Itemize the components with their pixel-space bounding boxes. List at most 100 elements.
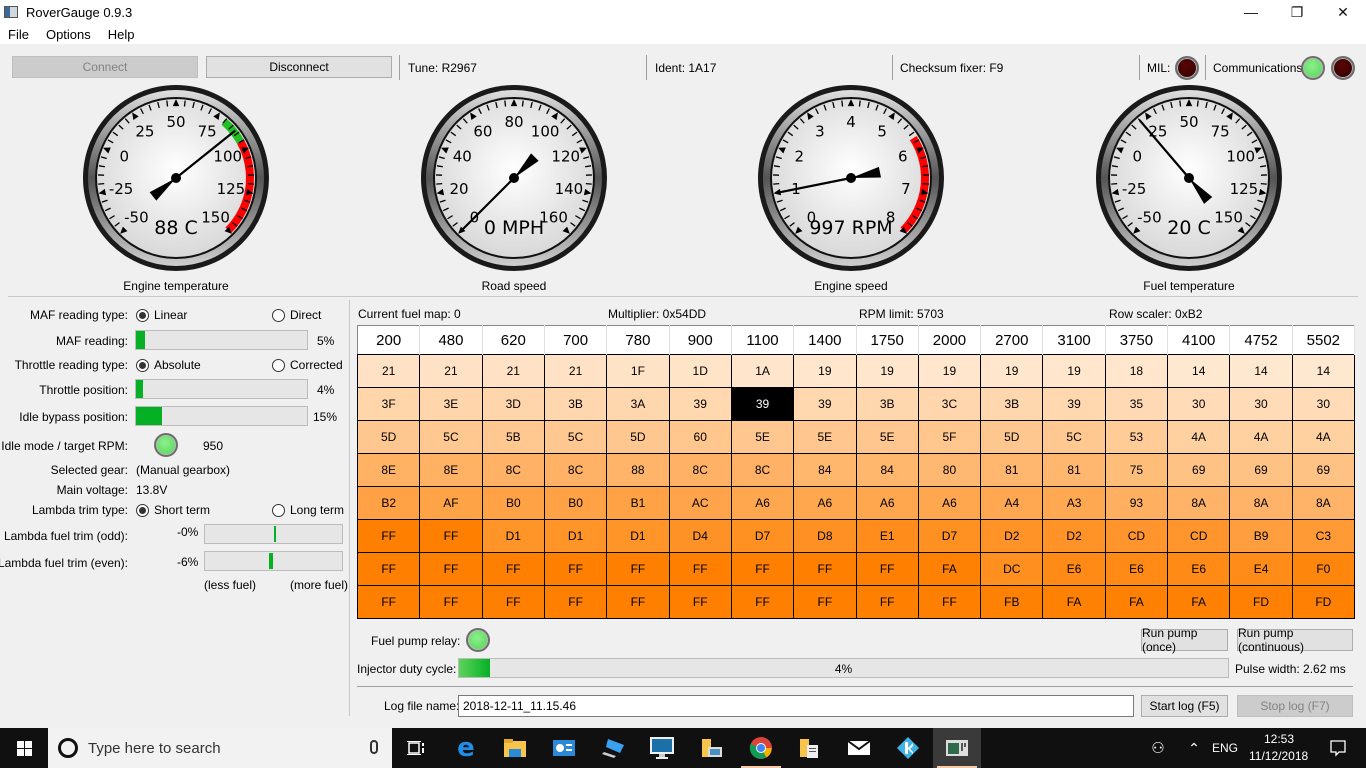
fuel-map-cell[interactable]: 19 — [855, 354, 919, 388]
fuel-map-cell[interactable]: FF — [917, 585, 982, 619]
fuel-map-cell[interactable]: 39 — [1042, 387, 1106, 421]
edge-icon[interactable]: e — [442, 728, 490, 768]
fuel-map-cell[interactable]: 4A — [1291, 420, 1356, 454]
start-button[interactable] — [0, 728, 48, 768]
fuel-map-cell[interactable]: FF — [793, 585, 857, 619]
fuel-map-cell[interactable]: 75 — [1104, 453, 1169, 487]
lambda-long-term-radio[interactable]: Long term — [272, 503, 344, 517]
fuel-map-cell[interactable]: CD — [1104, 519, 1169, 553]
throttle-corrected-radio[interactable]: Corrected — [272, 358, 343, 372]
disconnect-button[interactable]: Disconnect — [206, 56, 392, 78]
fuel-map-cell[interactable]: 5F — [917, 420, 982, 454]
fuel-map-cell[interactable]: E1 — [855, 519, 919, 553]
fuel-map-cell[interactable]: E4 — [1229, 552, 1293, 586]
lenovo-monitor-icon[interactable] — [638, 728, 686, 768]
stop-log-button[interactable]: Stop log (F7) — [1237, 695, 1353, 717]
fuel-map-cell[interactable]: 4A — [1229, 420, 1293, 454]
fuel-map-cell[interactable]: 3A — [606, 387, 670, 421]
fuel-map-cell[interactable]: AF — [419, 486, 483, 520]
fuel-map-cell[interactable]: 8C — [481, 453, 545, 487]
fuel-map-cell[interactable]: E6 — [1104, 552, 1169, 586]
fuel-map-cell[interactable]: 21 — [356, 354, 421, 388]
fuel-map-cell[interactable]: D2 — [980, 519, 1044, 553]
action-center-icon[interactable] — [1318, 728, 1358, 768]
fuel-map-cell[interactable]: DC — [980, 552, 1044, 586]
fuel-map-cell[interactable]: B1 — [606, 486, 670, 520]
fuel-map-cell[interactable]: 84 — [855, 453, 919, 487]
fuel-map-cell[interactable]: 18 — [1104, 354, 1169, 388]
fuel-map-cell[interactable]: D8 — [793, 519, 857, 553]
microphone-icon[interactable] — [370, 740, 378, 754]
fuel-map-cell[interactable]: 14 — [1291, 354, 1356, 388]
fuel-map-cell[interactable]: A6 — [855, 486, 919, 520]
fuel-map-cell[interactable]: 5C — [543, 420, 608, 454]
file-explorer-icon[interactable] — [491, 728, 539, 768]
fuel-map-cell[interactable]: FF — [668, 585, 732, 619]
fuel-map-cell[interactable]: 8C — [668, 453, 732, 487]
fuel-map-cell[interactable]: 69 — [1167, 453, 1231, 487]
fuel-map-cell[interactable]: 3B — [543, 387, 608, 421]
fuel-map-cell[interactable]: FF — [481, 585, 545, 619]
fuel-map-cell[interactable]: B9 — [1229, 519, 1293, 553]
fuel-map-cell[interactable]: 3B — [980, 387, 1044, 421]
control-panel-icon[interactable] — [540, 728, 588, 768]
fuel-map-cell[interactable]: FF — [419, 552, 483, 586]
fuel-map-cell[interactable]: A3 — [1042, 486, 1106, 520]
maf-direct-radio[interactable]: Direct — [272, 308, 321, 322]
fuel-map-cell[interactable]: 30 — [1167, 387, 1231, 421]
menu-options[interactable]: Options — [38, 27, 100, 42]
documents-folder-icon[interactable] — [786, 728, 834, 768]
fuel-map-cell[interactable]: 8C — [543, 453, 608, 487]
fuel-map-cell[interactable]: 69 — [1291, 453, 1356, 487]
fuel-map-cell[interactable]: 19 — [793, 354, 857, 388]
minimize-button[interactable]: — — [1228, 0, 1274, 24]
fuel-map-cell[interactable]: 81 — [1042, 453, 1106, 487]
fuel-map-cell[interactable]: 5B — [481, 420, 545, 454]
language-indicator[interactable]: ENG — [1212, 741, 1238, 755]
mail-icon[interactable] — [835, 728, 883, 768]
fuel-map-cell[interactable]: E6 — [1042, 552, 1106, 586]
fuel-map-cell[interactable]: 3C — [917, 387, 982, 421]
fuel-map-cell[interactable]: FF — [481, 552, 545, 586]
fuel-map-cell[interactable]: FF — [668, 552, 732, 586]
fuel-map-cell[interactable]: FF — [606, 552, 670, 586]
connect-button[interactable]: Connect — [12, 56, 198, 78]
fuel-map-cell[interactable]: FF — [419, 585, 483, 619]
fuel-map-cell[interactable]: 19 — [917, 354, 982, 388]
fuel-map-cell[interactable]: 21 — [419, 354, 483, 388]
fuel-map-cell[interactable]: 8E — [356, 453, 421, 487]
clock-date[interactable]: 11/12/2018 — [1249, 749, 1308, 763]
taskbar-search[interactable]: Type here to search — [48, 728, 392, 768]
fuel-map-cell[interactable]: 39 — [793, 387, 857, 421]
lambda-short-term-radio[interactable]: Short term — [136, 503, 210, 517]
fuel-map-cell[interactable]: 3F — [356, 387, 421, 421]
fuel-map-cell[interactable]: FF — [543, 552, 608, 586]
fuel-map-cell[interactable]: 3B — [855, 387, 919, 421]
fuel-map-cell[interactable]: FF — [543, 585, 608, 619]
log-file-input[interactable] — [458, 695, 1134, 717]
fuel-map-cell[interactable]: 81 — [980, 453, 1044, 487]
fuel-map-cell[interactable]: FF — [855, 552, 919, 586]
fuel-map-cell[interactable]: 39 — [668, 387, 732, 421]
fuel-map-cell[interactable]: B0 — [543, 486, 608, 520]
fuel-map-cell[interactable]: 39 — [730, 387, 795, 421]
fuel-map-cell[interactable]: 5D — [980, 420, 1044, 454]
fuel-map-cell[interactable]: A4 — [980, 486, 1044, 520]
fuel-map-cell[interactable]: 53 — [1104, 420, 1169, 454]
this-pc-icon[interactable] — [590, 728, 638, 768]
fuel-map-cell[interactable]: FF — [356, 552, 421, 586]
fuel-map-cell[interactable]: FF — [793, 552, 857, 586]
fuel-map-cell[interactable]: FB — [980, 585, 1044, 619]
fuel-map-cell[interactable]: FF — [606, 585, 670, 619]
fuel-map-cell[interactable]: 1A — [730, 354, 795, 388]
fuel-map-cell[interactable]: FA — [1104, 585, 1169, 619]
fuel-map-cell[interactable]: 93 — [1104, 486, 1169, 520]
fuel-map-cell[interactable]: 14 — [1229, 354, 1293, 388]
fuel-map-cell[interactable]: B0 — [481, 486, 545, 520]
fuel-map-cell[interactable]: 1F — [606, 354, 670, 388]
people-icon[interactable]: ⚇ — [1140, 728, 1176, 768]
fuel-map-cell[interactable]: 3E — [419, 387, 483, 421]
fuel-map-cell[interactable]: 5D — [356, 420, 421, 454]
fuel-map-cell[interactable]: 21 — [481, 354, 545, 388]
fuel-map-cell[interactable]: D1 — [543, 519, 608, 553]
